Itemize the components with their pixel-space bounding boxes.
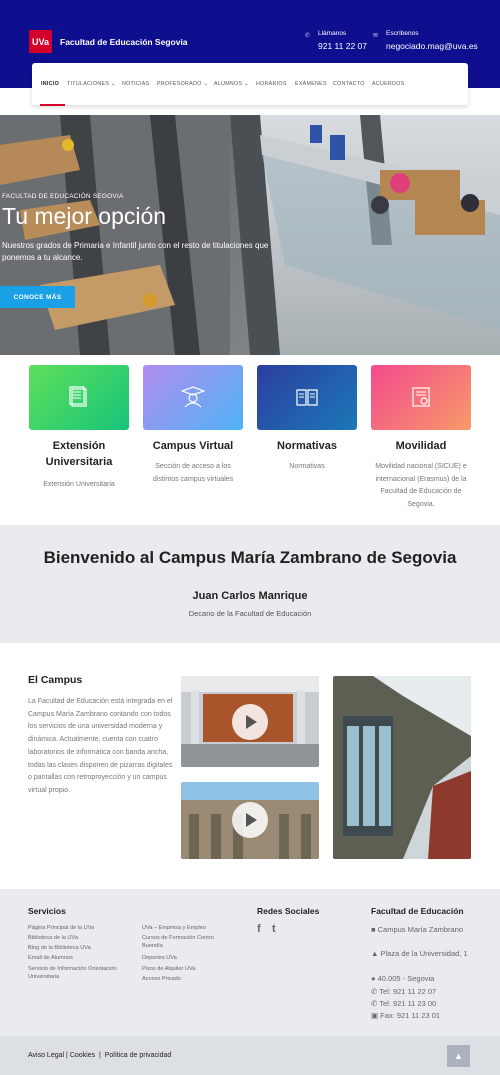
phone-icon: ✆ bbox=[371, 987, 380, 996]
building-icon: ■ bbox=[371, 925, 378, 934]
map-marker-icon: ● bbox=[371, 974, 378, 983]
footer-link[interactable]: Cursos de Formación Centro Buendía bbox=[142, 935, 230, 950]
dean-name: Juan Carlos Manrique bbox=[192, 590, 308, 602]
privacy-link[interactable]: Política de privacidad bbox=[105, 1052, 172, 1059]
card-title[interactable]: Movilidad bbox=[371, 438, 471, 454]
card-description: Extensión Universitaria bbox=[43, 481, 115, 488]
building-photo bbox=[333, 676, 471, 859]
services-heading: Servicios bbox=[28, 906, 66, 916]
nav-item-examenes[interactable]: EXÁMENES bbox=[295, 81, 327, 87]
footer-link[interactable]: Servicio de Información Orientación Univ… bbox=[28, 966, 138, 981]
email-label: Escríbenos bbox=[386, 30, 419, 37]
address-text: Fax: 921 11 23 01 bbox=[380, 1011, 441, 1020]
card-extension-universitaria[interactable]: Extensión Universitaria Extensión Univer… bbox=[29, 365, 129, 488]
card-normativas[interactable]: Normativas Normativas bbox=[257, 365, 357, 470]
play-icon[interactable] bbox=[232, 802, 268, 838]
footer-link[interactable]: Pisos de Alquiler UVa bbox=[142, 966, 252, 974]
card-image bbox=[371, 365, 471, 430]
social-heading: Redes Sociales bbox=[257, 906, 320, 916]
address-text: Campus María Zambrano bbox=[377, 925, 464, 934]
address-text: Tel: 921 11 22 07 bbox=[379, 987, 437, 996]
aviso-legal-link[interactable]: Aviso Legal bbox=[28, 1052, 64, 1059]
email-address[interactable]: negociado.mag@uva.es bbox=[386, 41, 478, 51]
address-text: Tel: 921 11 23 00 bbox=[379, 999, 437, 1008]
footer-link[interactable]: Blog de la Biblioteca UVa bbox=[28, 945, 138, 953]
fax-icon: ▣ bbox=[371, 1011, 381, 1020]
card-description: Sección de acceso a los distintos campus… bbox=[152, 463, 234, 483]
address-building: ■ Campus María Zambrano bbox=[371, 924, 481, 935]
hero-banner: FACULTAD DE EDUCACIÓN SEGOVIA Tu mejor o… bbox=[0, 115, 500, 355]
phone-icon: ✆ bbox=[305, 33, 311, 39]
nav-item-profesorado[interactable]: PROFESORADO ⌄ bbox=[157, 81, 208, 87]
graduation-cap-icon: ▲ bbox=[371, 949, 381, 958]
dean-role: Decano de la Facultad de Educación bbox=[188, 609, 312, 618]
nav-item-noticias[interactable]: NOTICIAS bbox=[122, 81, 149, 87]
address-fax: ▣ Fax: 921 11 23 01 bbox=[371, 1010, 481, 1021]
separator: | bbox=[66, 1052, 68, 1059]
footer-link[interactable]: Biblioteca de la UVa bbox=[28, 935, 138, 943]
play-icon[interactable] bbox=[232, 704, 268, 740]
card-description: Movilidad nacional (SICUE) e internacion… bbox=[375, 463, 467, 508]
faculty-heading: Facultad de Educación bbox=[371, 906, 464, 916]
conoce-mas-button[interactable]: CONOCE MÁS bbox=[0, 286, 75, 308]
card-image bbox=[257, 365, 357, 430]
nav-item-titulaciones[interactable]: TITULACIONES ⌄ bbox=[67, 81, 116, 87]
campus-building-photo[interactable] bbox=[333, 676, 471, 859]
nav-item-acuerdos[interactable]: ACUERDOS bbox=[372, 81, 404, 87]
nav-item-alumnos[interactable]: ALUMNOS ⌄ bbox=[214, 81, 249, 87]
card-title[interactable]: Normativas bbox=[257, 438, 357, 454]
bottom-bar: Aviso Legal | Cookies | Política de priv… bbox=[0, 1036, 500, 1075]
card-image bbox=[143, 365, 243, 430]
site-title[interactable]: Facultad de Educación Segovia bbox=[60, 37, 188, 47]
back-to-top-button[interactable]: ▲ bbox=[447, 1045, 470, 1067]
twitter-icon[interactable]: t bbox=[272, 923, 276, 935]
facebook-icon[interactable]: f bbox=[257, 923, 261, 935]
video-thumbnail-interior[interactable] bbox=[181, 676, 319, 767]
card-title[interactable]: Campus Virtual bbox=[143, 438, 243, 454]
document-stack-icon bbox=[69, 386, 87, 407]
card-movilidad[interactable]: Movilidad Movilidad nacional (SICUE) e i… bbox=[371, 365, 471, 508]
card-title[interactable]: Extensión Universitaria bbox=[29, 438, 129, 470]
footer-link[interactable]: Email de Alumnos bbox=[28, 955, 138, 963]
nav-item-horarios[interactable]: HORARIOS bbox=[256, 81, 287, 87]
footer-link[interactable]: UVa – Empresa y Empleo bbox=[142, 925, 252, 933]
cookies-link[interactable]: Cookies bbox=[70, 1052, 95, 1059]
uva-logo[interactable]: UVa bbox=[29, 30, 52, 53]
campus-title: El Campus bbox=[28, 674, 83, 686]
separator: | bbox=[97, 1052, 103, 1059]
address-city: ● 40.005 - Segovia bbox=[371, 973, 481, 984]
card-image bbox=[29, 365, 129, 430]
footer-link[interactable]: Acceso Privado bbox=[142, 976, 252, 984]
main-navigation: INICIO TITULACIONES ⌄ NOTICIAS PROFESORA… bbox=[32, 63, 468, 105]
hero-subtitle: Nuestros grados de Primaria e Infantil j… bbox=[2, 241, 269, 262]
address-text: Plaza de la Universidad, 1 bbox=[380, 949, 468, 958]
hero-kicker: FACULTAD DE EDUCACIÓN SEGOVIA bbox=[2, 193, 124, 200]
legal-links: Aviso Legal | Cookies | Política de priv… bbox=[28, 1052, 171, 1059]
phone-icon: ✆ bbox=[371, 999, 380, 1008]
hero-photo bbox=[0, 115, 500, 355]
nav-item-inicio[interactable]: INICIO bbox=[41, 81, 59, 87]
call-number[interactable]: 921 11 22 07 bbox=[318, 41, 367, 51]
nav-item-contacto[interactable]: CONTACTO bbox=[333, 81, 365, 87]
graduate-icon bbox=[181, 386, 205, 408]
address-phone-2[interactable]: ✆ Tel: 921 11 23 00 bbox=[371, 998, 481, 1009]
address-street: ▲ Plaza de la Universidad, 1 bbox=[371, 948, 481, 959]
video-thumbnail-aqueduct[interactable] bbox=[181, 782, 319, 859]
envelope-icon: ✉ bbox=[373, 33, 379, 39]
open-book-icon bbox=[296, 389, 318, 406]
address-text: 40.005 - Segovia bbox=[377, 974, 435, 983]
footer-link[interactable]: Página Principal de la UVa bbox=[28, 925, 138, 933]
address-phone-1[interactable]: ✆ Tel: 921 11 22 07 bbox=[371, 986, 481, 997]
call-label: Llámanos bbox=[318, 30, 347, 37]
welcome-title: Bienvenido al Campus María Zambrano de S… bbox=[43, 548, 457, 567]
card-campus-virtual[interactable]: Campus Virtual Sección de acceso a los d… bbox=[143, 365, 243, 483]
hero-title: Tu mejor opción bbox=[2, 203, 167, 229]
campus-description: La Facultad de Educación está integrada … bbox=[28, 698, 173, 794]
footer-link[interactable]: Deportes UVa bbox=[142, 955, 252, 963]
welcome-section: Bienvenido al Campus María Zambrano de S… bbox=[0, 525, 500, 643]
site-footer: Servicios Página Principal de la UVa Bib… bbox=[0, 889, 500, 1036]
active-nav-indicator bbox=[40, 104, 65, 106]
card-description: Normativas bbox=[289, 463, 325, 470]
certificate-icon bbox=[412, 387, 430, 407]
